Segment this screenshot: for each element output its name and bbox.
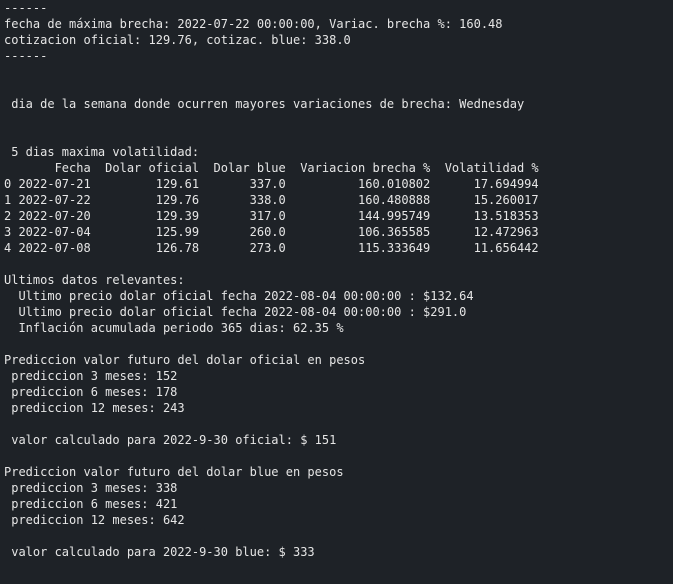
official-prediction-6m: prediccion 6 meses: 178 <box>4 385 178 399</box>
separator-line: ------ <box>4 49 48 63</box>
separator-line: ------ <box>4 1 48 15</box>
volatility-table-header: Fecha Dolar oficial Dolar blue Variacion… <box>4 161 539 175</box>
volatility-table-row: 2 2022-07-20 129.39 317.0 144.995749 13.… <box>4 209 539 223</box>
volatility-table-row: 0 2022-07-21 129.61 337.0 160.010802 17.… <box>4 177 539 191</box>
max-gap-date-line: fecha de máxima brecha: 2022-07-22 00:00… <box>4 17 503 31</box>
terminal-output: ------ fecha de máxima brecha: 2022-07-2… <box>0 0 673 584</box>
volatility-table-row: 1 2022-07-22 129.76 338.0 160.480888 15.… <box>4 193 539 207</box>
volatility-heading: 5 dias maxima volatilidad: <box>4 145 200 159</box>
volatility-table-row: 4 2022-07-08 126.78 273.0 115.333649 11.… <box>4 241 539 255</box>
inflation-line: Inflación acumulada periodo 365 dias: 62… <box>4 321 344 335</box>
official-prediction-3m: prediccion 3 meses: 152 <box>4 369 178 383</box>
weekday-line: dia de la semana donde ocurren mayores v… <box>4 97 525 111</box>
blue-prediction-3m: prediccion 3 meses: 338 <box>4 481 178 495</box>
official-prediction-12m: prediccion 12 meses: 243 <box>4 401 185 415</box>
official-prediction-heading: Prediccion valor futuro del dolar oficia… <box>4 353 366 367</box>
official-calculated-value: valor calculado para 2022-9-30 oficial: … <box>4 433 337 447</box>
blue-prediction-6m: prediccion 6 meses: 421 <box>4 497 178 511</box>
volatility-table-row: 3 2022-07-04 125.99 260.0 106.365585 12.… <box>4 225 539 239</box>
last-official-price-line: Ultimo precio dolar oficial fecha 2022-0… <box>4 289 474 303</box>
blue-calculated-value: valor calculado para 2022-9-30 blue: $ 3… <box>4 545 315 559</box>
relevant-data-heading: Ultimos datos relevantes: <box>4 273 185 287</box>
last-blue-price-line: Ultimo precio dolar oficial fecha 2022-0… <box>4 305 467 319</box>
blue-prediction-heading: Prediccion valor futuro del dolar blue e… <box>4 465 344 479</box>
blue-prediction-12m: prediccion 12 meses: 642 <box>4 513 185 527</box>
quotes-line: cotizacion oficial: 129.76, cotizac. blu… <box>4 33 351 47</box>
